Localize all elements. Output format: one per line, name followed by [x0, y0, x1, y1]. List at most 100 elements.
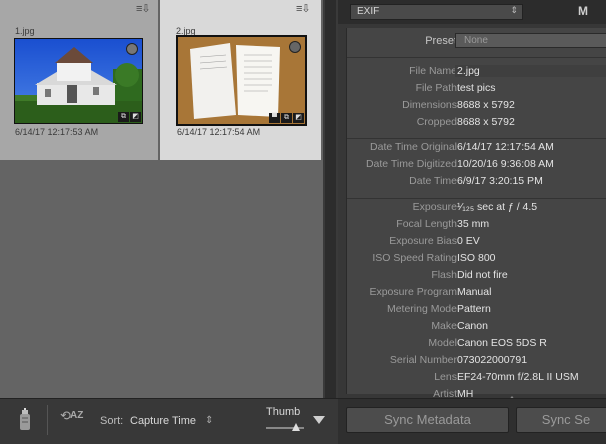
metadata-key: Dimensions — [402, 99, 457, 111]
metadata-row: Date Time Original 6/14/17 12:17:54 AM — [347, 139, 606, 156]
section-divider — [347, 57, 606, 58]
grid-scrollbar[interactable] — [325, 0, 336, 398]
edited-badge-icon[interactable]: ◩ — [130, 112, 141, 122]
metadata-panel-header: EXIF ⇕ M — [338, 0, 606, 24]
metadata-fields: Preset None File Name 2.jpg File Path test … — [346, 28, 606, 400]
spray-can-icon[interactable] — [18, 408, 32, 432]
thumbnail-size-slider[interactable] — [266, 423, 304, 431]
metadata-key: Serial Number — [389, 354, 457, 366]
metadata-value[interactable]: Did not fire — [457, 269, 508, 281]
metadata-value[interactable]: Canon EOS 5DS R — [457, 337, 547, 349]
pick-flag-circle[interactable] — [289, 41, 301, 53]
metadata-row: ISO Speed Rating ISO 800 — [347, 250, 606, 267]
collection-badge-icon[interactable]: ⧉ — [118, 112, 129, 122]
sort-label: Sort: — [100, 415, 124, 427]
metadata-value[interactable]: 10/20/16 9:36:08 AM — [457, 158, 554, 170]
thumbnail-church[interactable]: ⧉ ◩ — [14, 38, 143, 124]
metadata-value[interactable]: ¹⁄₁₂₅ sec at ƒ / 4.5 — [457, 201, 537, 213]
metadata-row: Exposure Bias 0 EV — [347, 233, 606, 250]
metadata-row: Date Time Digitized 10/20/16 9:36:08 AM — [347, 156, 606, 173]
metadata-badge-icon[interactable]: ▀ — [269, 113, 280, 123]
cell-timestamp: 6/14/17 12:17:54 AM — [177, 127, 261, 137]
metadata-value[interactable]: Canon — [457, 320, 488, 332]
metadata-value[interactable]: Pattern — [457, 303, 491, 315]
metadata-row: Lens EF24-70mm f/2.8L II USM — [347, 369, 606, 386]
metadata-key: Date Time — [409, 175, 457, 187]
metadata-value[interactable]: 6/9/17 3:20:15 PM — [457, 175, 543, 187]
cell-timestamp: 6/14/17 12:17:53 AM — [15, 127, 99, 137]
metadata-row: File Name 2.jpg — [347, 63, 606, 80]
cell-filename: 1.jpg — [15, 26, 35, 36]
metadata-row: Model Canon EOS 5DS R — [347, 335, 606, 352]
metadata-row: Exposure ¹⁄₁₂₅ sec at ƒ / 4.5 — [347, 199, 606, 216]
metadata-key: Focal Length — [396, 218, 457, 230]
pick-flag-circle[interactable] — [126, 43, 138, 55]
metadata-value[interactable]: 0 EV — [457, 235, 480, 247]
metadata-key: Exposure Program — [369, 286, 457, 298]
grid-cell-1[interactable]: ≡⇩ 1.jpg ⧉ ◩ 6/14/17 12:17:53 AM — [0, 0, 158, 160]
sort-order-icon[interactable]: ≡⇩ — [296, 2, 311, 15]
metadata-key: Date Time Original — [370, 141, 457, 153]
thumbnail-badges: ⧉ ◩ — [118, 112, 141, 122]
metadata-value[interactable]: 35 mm — [457, 218, 489, 230]
metadata-key: Date Time Digitized — [365, 158, 457, 170]
metadata-row: Exposure Program Manual — [347, 284, 606, 301]
grid-view: ≡⇩ 1.jpg ⧉ ◩ 6/14/17 12:17:53 AM ≡⇩ 2.jp… — [0, 0, 323, 398]
sort-value-select[interactable]: Capture Time — [130, 415, 196, 427]
metadata-row: File Path test pics — [347, 80, 606, 97]
metadata-row: Serial Number 073022000791 — [347, 352, 606, 369]
metadata-set-select[interactable]: EXIF ⇕ — [350, 4, 523, 20]
metadata-set-value: EXIF — [357, 6, 380, 17]
toolbar-separator — [47, 405, 48, 435]
metadata-row: Make Canon — [347, 318, 606, 335]
metadata-value[interactable]: 8688 x 5792 — [457, 99, 515, 111]
metadata-key: Lens — [434, 371, 457, 383]
metadata-key: File Name — [409, 65, 457, 77]
sync-settings-button[interactable]: Sync Se — [516, 407, 606, 433]
metadata-value[interactable]: ISO 800 — [457, 252, 496, 264]
preset-select[interactable]: None — [455, 33, 606, 48]
metadata-value[interactable]: 8688 x 5792 — [457, 116, 515, 128]
metadata-row: Dimensions 8688 x 5792 — [347, 97, 606, 114]
lightroom-library-window: ≡⇩ 1.jpg ⧉ ◩ 6/14/17 12:17:53 AM ≡⇩ 2.jp… — [0, 0, 606, 444]
slider-handle[interactable] — [292, 423, 300, 431]
papers-photo — [178, 37, 305, 124]
sync-metadata-button[interactable]: Sync Metadata — [346, 407, 509, 433]
metadata-value[interactable]: Manual — [457, 286, 491, 298]
grid-toolbar: ⟲ AZ Sort: Capture Time ⇕ Thumb — [0, 398, 338, 444]
grid-cell-2[interactable]: ≡⇩ 2.jpg ▀ ⧉ ◩ 6/14/17 12:17:54 AM — [160, 0, 321, 160]
metadata-key: Make — [431, 320, 457, 332]
metadata-value[interactable]: EF24-70mm f/2.8L II USM — [457, 371, 579, 383]
metadata-key: Exposure — [412, 201, 457, 213]
metadata-key: Metering Mode — [386, 303, 457, 315]
metadata-key: ISO Speed Rating — [372, 252, 457, 264]
metadata-row: Focal Length 35 mm — [347, 216, 606, 233]
sort-caret-icon[interactable]: ⇕ — [205, 415, 213, 426]
metadata-key: Cropped — [416, 116, 457, 128]
thumbnail-size-label: Thumb — [266, 406, 301, 418]
metadata-row: Flash Did not fire — [347, 267, 606, 284]
metadata-value[interactable]: test pics — [457, 82, 496, 94]
panel-divider — [323, 0, 338, 398]
metadata-footer: Sync Metadata Sync Se — [338, 398, 606, 444]
metadata-key: File Path — [415, 82, 457, 94]
metadata-key: Model — [428, 337, 457, 349]
select-caret-icon: ⇕ — [510, 5, 518, 15]
metadata-key: Exposure Bias — [389, 235, 457, 247]
metadata-row: Date Time 6/9/17 3:20:15 PM — [347, 173, 606, 190]
thumbnail-papers[interactable]: ▀ ⧉ ◩ — [176, 35, 307, 126]
thumbnail-badges: ▀ ⧉ ◩ — [269, 113, 304, 123]
preset-row: Preset None — [347, 28, 606, 54]
metadata-value[interactable]: 2.jpg — [455, 65, 606, 77]
toolbar-menu-chevron-icon[interactable] — [313, 416, 325, 424]
metadata-panel: EXIF ⇕ M Preset None File Name 2.jpg File … — [338, 0, 606, 444]
sort-order-icon[interactable]: ≡⇩ — [136, 2, 151, 15]
collection-badge-icon[interactable]: ⧉ — [281, 113, 292, 123]
edited-badge-icon[interactable]: ◩ — [293, 113, 304, 123]
metadata-row: Metering Mode Pattern — [347, 301, 606, 318]
metadata-value[interactable]: 6/14/17 12:17:54 AM — [457, 141, 554, 153]
preset-label: Preset — [425, 35, 457, 47]
metadata-value[interactable]: 073022000791 — [457, 354, 527, 366]
metadata-row: Cropped 8688 x 5792 — [347, 114, 606, 131]
metadata-header-label: M — [578, 4, 588, 18]
